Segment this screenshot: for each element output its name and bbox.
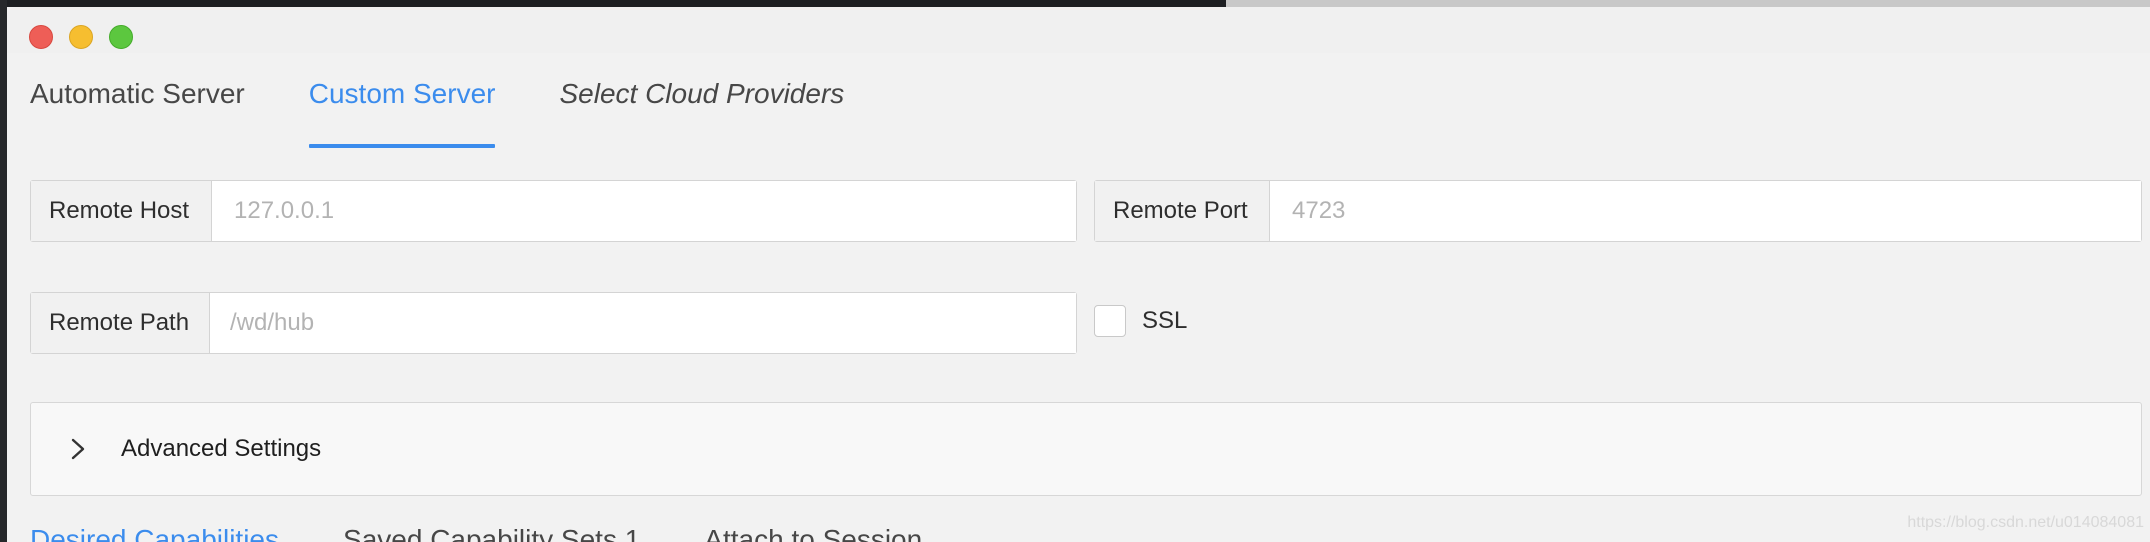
remote-path-label: Remote Path — [31, 293, 210, 353]
remote-path-input[interactable] — [210, 293, 1076, 353]
remote-port-input[interactable] — [1270, 181, 2141, 241]
chevron-right-icon — [65, 436, 91, 462]
advanced-settings-panel[interactable]: Advanced Settings — [30, 402, 2142, 496]
maximize-window-button[interactable] — [109, 25, 133, 49]
ssl-label: SSL — [1142, 307, 1188, 334]
tab-desired-capabilities[interactable]: Desired Capabilities — [30, 524, 279, 542]
ssl-checkbox[interactable] — [1094, 305, 1126, 337]
advanced-settings-label: Advanced Settings — [121, 435, 322, 462]
tab-select-cloud-providers[interactable]: Select Cloud Providers — [559, 78, 844, 148]
close-window-button[interactable] — [29, 25, 53, 49]
remote-path-group: Remote Path — [30, 292, 1077, 354]
remote-port-label: Remote Port — [1095, 181, 1270, 241]
capability-tabs: Desired Capabilities Saved Capability Se… — [30, 524, 1010, 542]
tab-saved-capability-sets[interactable]: Saved Capability Sets 1 — [343, 524, 640, 542]
app-window: Automatic Server Custom Server Select Cl… — [0, 0, 2150, 542]
tab-custom-server[interactable]: Custom Server — [308, 78, 495, 148]
title-bar — [7, 7, 2150, 53]
tab-attach-to-session[interactable]: Attach to Session... — [704, 524, 945, 542]
tab-automatic-server[interactable]: Automatic Server — [30, 78, 245, 148]
server-tabs: Automatic Server Custom Server Select Cl… — [30, 78, 908, 148]
remote-port-group: Remote Port — [1094, 180, 2142, 242]
remote-host-label: Remote Host — [31, 181, 212, 241]
background-strip-light — [1226, 0, 2150, 7]
background-strip — [0, 0, 1226, 7]
watermark: https://blog.csdn.net/u014084081 — [1907, 514, 2144, 531]
remote-host-group: Remote Host — [30, 180, 1077, 242]
remote-host-input[interactable] — [212, 181, 1076, 241]
ssl-option[interactable]: SSL — [1094, 305, 1187, 337]
minimize-window-button[interactable] — [69, 25, 93, 49]
background-left-edge — [0, 0, 7, 542]
